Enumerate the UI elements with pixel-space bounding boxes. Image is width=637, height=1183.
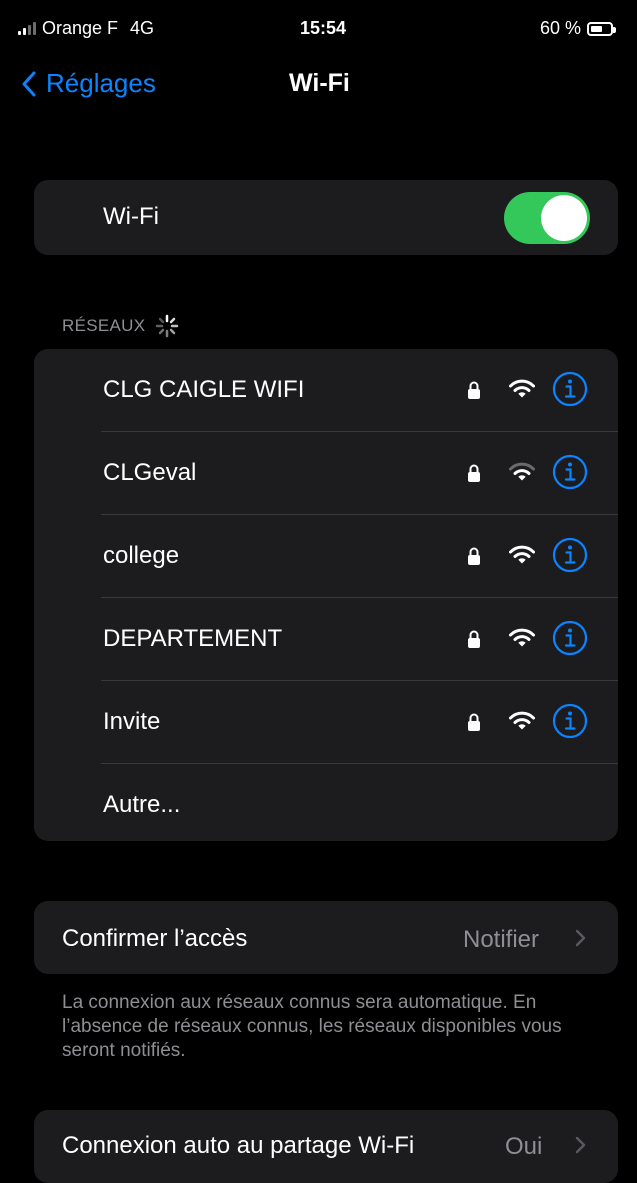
- status-time: 15:54: [300, 18, 347, 38]
- lock-icon: [468, 630, 480, 648]
- auto-hotspot-label: Connexion auto au partage Wi-Fi: [62, 1132, 415, 1159]
- lock-icon: [468, 713, 480, 731]
- back-label: Réglages: [46, 68, 156, 98]
- network-name: Invite: [103, 708, 161, 735]
- info-icon[interactable]: [552, 620, 588, 656]
- network-name: CLG CAIGLE WIFI: [103, 376, 305, 403]
- networks-list: CLG CAIGLE WIFI CLGeval college DEPARTEM…: [34, 349, 618, 841]
- info-icon[interactable]: [552, 371, 588, 407]
- network-row[interactable]: DEPARTEMENT: [34, 598, 618, 681]
- status-bar-left: Orange F 4G: [18, 18, 154, 39]
- ask-to-join-label: Confirmer l’accès: [62, 925, 248, 952]
- lock-icon: [468, 547, 480, 565]
- wifi-toggle-label: Wi-Fi: [103, 203, 159, 230]
- network-row[interactable]: college: [34, 515, 618, 598]
- lock-icon: [468, 464, 480, 482]
- chevron-left-icon: [22, 71, 36, 96]
- battery-percent: 60 %: [540, 18, 582, 38]
- page-title: Wi-Fi: [289, 69, 350, 97]
- networks-header-label: RÉSEAUX: [62, 316, 146, 335]
- networks-section-header: RÉSEAUX: [62, 314, 179, 338]
- info-icon[interactable]: [552, 537, 588, 573]
- status-bar-right: 60 %: [540, 18, 617, 39]
- auto-hotspot-value: Oui: [505, 1133, 543, 1160]
- back-button[interactable]: Réglages: [22, 68, 156, 99]
- lock-icon: [468, 381, 480, 399]
- network-name: CLGeval: [103, 459, 197, 486]
- wifi-signal-icon: [509, 462, 535, 481]
- wifi-signal-icon: [509, 711, 535, 730]
- info-icon[interactable]: [552, 703, 588, 739]
- chevron-right-icon: [575, 1136, 586, 1154]
- network-name: DEPARTEMENT: [103, 625, 283, 652]
- battery-icon: [587, 21, 617, 36]
- network-row[interactable]: Invite: [34, 681, 618, 764]
- carrier-name: Orange F: [42, 18, 119, 38]
- wifi-signal-icon: [509, 379, 535, 398]
- network-row[interactable]: CLG CAIGLE WIFI: [34, 349, 618, 432]
- wifi-signal-icon: [509, 545, 535, 564]
- wifi-switch[interactable]: [504, 192, 590, 244]
- chevron-right-icon: [575, 929, 586, 947]
- network-type: 4G: [130, 18, 155, 38]
- network-name: college: [103, 542, 180, 569]
- other-network-row[interactable]: Autre...: [34, 764, 618, 847]
- ask-to-join-value: Notifier: [463, 926, 540, 953]
- network-row[interactable]: CLGeval: [34, 432, 618, 515]
- ask-to-join-footer: La connexion aux réseaux connus sera aut…: [62, 992, 562, 1061]
- info-icon[interactable]: [552, 454, 588, 490]
- other-network-label: Autre...: [103, 791, 181, 818]
- wifi-signal-icon: [509, 628, 535, 647]
- switch-knob: [541, 195, 587, 241]
- loading-spinner-icon: [156, 314, 179, 338]
- cellular-signal-icon: [18, 22, 36, 35]
